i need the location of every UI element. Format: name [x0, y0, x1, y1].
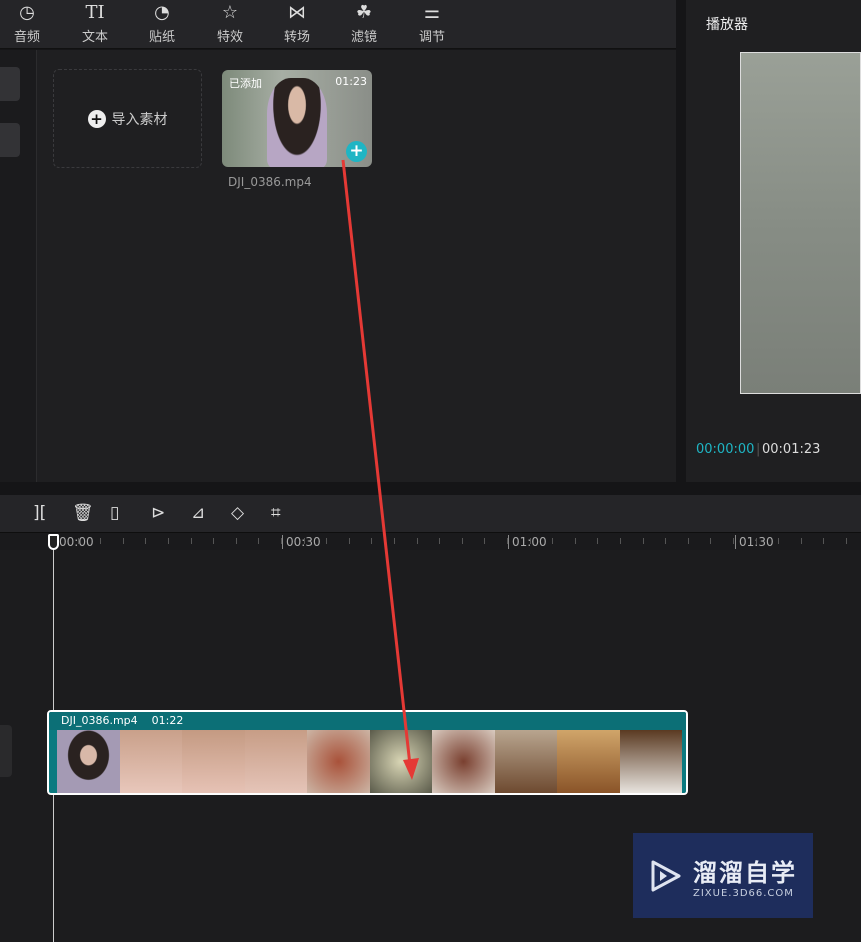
play-logo-icon [651, 860, 681, 891]
red-arrow-annotation [341, 159, 419, 780]
watermark-logo: 溜溜自学 ZIXUE.3D66.COM [633, 833, 813, 918]
